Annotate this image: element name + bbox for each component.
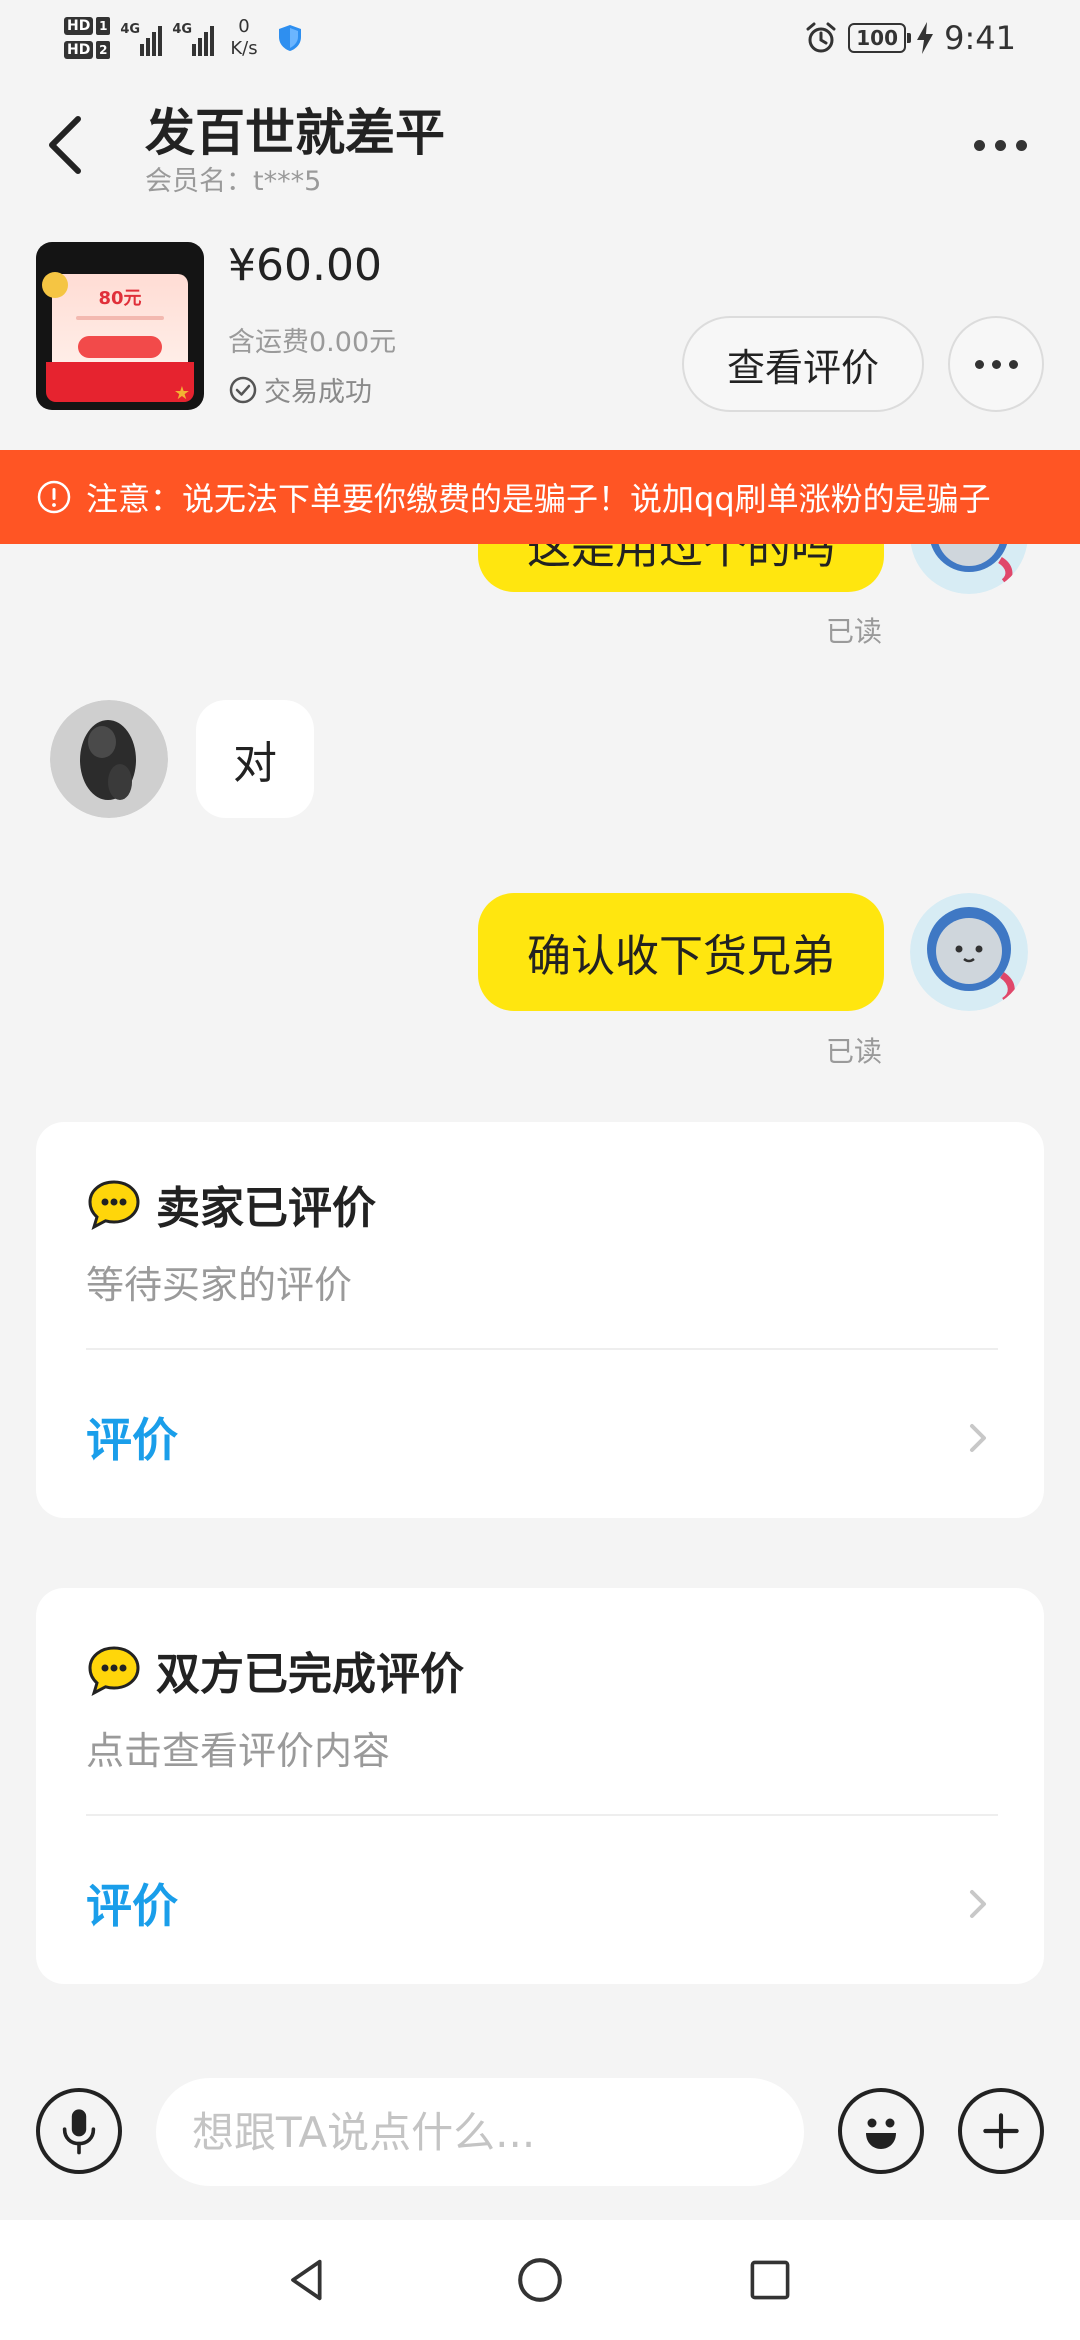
thumbnail-amount: 80元 [98, 288, 142, 309]
review-card-subtitle: 等待买家的评价 [86, 1263, 353, 1307]
seller-avatar[interactable] [50, 700, 168, 818]
coin-icon [42, 272, 68, 298]
nav-back-button[interactable] [278, 2250, 338, 2310]
review-card-subtitle: 点击查看评价内容 [86, 1729, 391, 1773]
product-price: ¥60.00 [228, 240, 382, 291]
hd-indicator-1: HD 1 [64, 17, 111, 35]
trade-status: 交易成功 [228, 370, 372, 409]
emoji-button[interactable] [838, 2088, 924, 2174]
network-speed: 0 K/s [230, 16, 257, 60]
network-type: 4G [120, 22, 141, 37]
hd-num: 1 [96, 17, 111, 35]
review-card-header: 双方已完成评价 [86, 1638, 464, 1702]
product-card[interactable]: 80元 ★ ¥60.00 含运费0.00元 交易成功 查看评价 [0, 210, 1080, 450]
chevron-left-icon [49, 116, 81, 174]
member-name: 会员名：t***5 [145, 166, 322, 197]
message-input-bar [0, 2060, 1080, 2220]
triangle-back-icon [291, 2259, 322, 2301]
review-link[interactable]: 评价 [86, 1870, 178, 1936]
nav-home-button[interactable] [510, 2250, 570, 2310]
cat-photo-icon [50, 700, 168, 818]
scam-warning-banner: 注意：说无法下单要你缴费的是骗子！说加qq刷单涨粉的是骗子 [0, 450, 1080, 544]
mutual-review-card: 双方已完成评价 点击查看评价内容 评价 [36, 1588, 1044, 1984]
chevron-right-icon[interactable] [966, 1884, 990, 1924]
chat-bubble-icon [88, 1180, 140, 1231]
message-bubble-outgoing[interactable]: 确认收下货兄弟 [478, 893, 884, 1011]
battery-icon: 100 [848, 23, 912, 53]
review-link[interactable]: 评价 [86, 1404, 178, 1470]
message-text: 对 [233, 738, 277, 789]
speed-unit: K/s [230, 38, 258, 59]
back-button[interactable] [36, 105, 96, 185]
message-text: 确认收下货兄弟 [527, 931, 835, 982]
circle-home-icon [518, 2258, 562, 2302]
battery-level: 100 [856, 26, 899, 50]
alarm-icon [806, 22, 836, 53]
seller-review-card: 卖家已评价 等待买家的评价 评价 [36, 1122, 1044, 1518]
status-left: HD 1 HD 2 4G 4G 0 K/s [64, 8, 302, 68]
warning-text: 注意：说无法下单要你缴费的是骗子！说加qq刷单涨粉的是骗子 [86, 480, 991, 518]
check-circle-icon [229, 376, 257, 403]
trade-status-label: 交易成功 [264, 377, 372, 408]
voice-button[interactable] [36, 2088, 122, 2174]
page-title: 发百世就差平 [145, 104, 445, 162]
read-receipt: 已读 [826, 1035, 883, 1068]
hd-num: 2 [96, 41, 111, 59]
review-card-title: 双方已完成评价 [156, 1649, 464, 1700]
shipping-fee: 含运费0.00元 [228, 327, 397, 358]
microphone-icon [62, 2109, 96, 2155]
shield-icon [278, 25, 301, 51]
more-dots-icon [974, 359, 984, 369]
product-thumbnail[interactable]: 80元 ★ [36, 242, 204, 410]
charging-icon [917, 22, 934, 54]
clock: 9:41 [944, 19, 1016, 57]
nav-recents-button[interactable] [740, 2250, 800, 2310]
message-input[interactable] [156, 2078, 804, 2186]
signal-icon: 4G [120, 20, 163, 56]
warning-icon [37, 480, 71, 514]
chevron-right-icon[interactable] [966, 1418, 990, 1458]
divider [86, 1814, 998, 1816]
star-icon: ★ [173, 383, 190, 404]
add-button[interactable] [958, 2088, 1044, 2174]
chat-header: 发百世就差平 会员名：t***5 [0, 75, 1080, 210]
read-receipt: 已读 [826, 615, 883, 648]
my-avatar[interactable] [910, 893, 1028, 1011]
smiley-icon [866, 2118, 896, 2149]
network-type: 4G [172, 22, 193, 37]
hd-indicator-2: HD 2 [64, 41, 111, 59]
more-button[interactable] [960, 120, 1040, 170]
product-more-button[interactable] [948, 316, 1044, 412]
system-nav-bar [0, 2220, 1080, 2340]
cat-astronaut-icon [910, 893, 1028, 1011]
hd-indicators: HD 1 HD 2 [64, 17, 111, 59]
status-right: 100 9:41 [804, 10, 1016, 66]
view-review-button[interactable]: 查看评价 [682, 316, 924, 412]
review-card-header: 卖家已评价 [86, 1172, 376, 1236]
hd-label: HD [64, 41, 94, 59]
more-dots-icon [973, 139, 985, 151]
signal-icon: 4G [172, 20, 215, 56]
chat-bubble-icon [88, 1646, 140, 1697]
speed-value: 0 [238, 16, 250, 37]
divider [86, 1348, 998, 1350]
review-card-title: 卖家已评价 [156, 1183, 376, 1234]
message-bubble-incoming[interactable]: 对 [196, 700, 314, 818]
square-recents-icon [750, 2260, 790, 2300]
status-bar: HD 1 HD 2 4G 4G 0 K/s 100 9:41 [0, 0, 1080, 75]
hd-label: HD [64, 17, 94, 35]
plus-icon [983, 2113, 1019, 2149]
